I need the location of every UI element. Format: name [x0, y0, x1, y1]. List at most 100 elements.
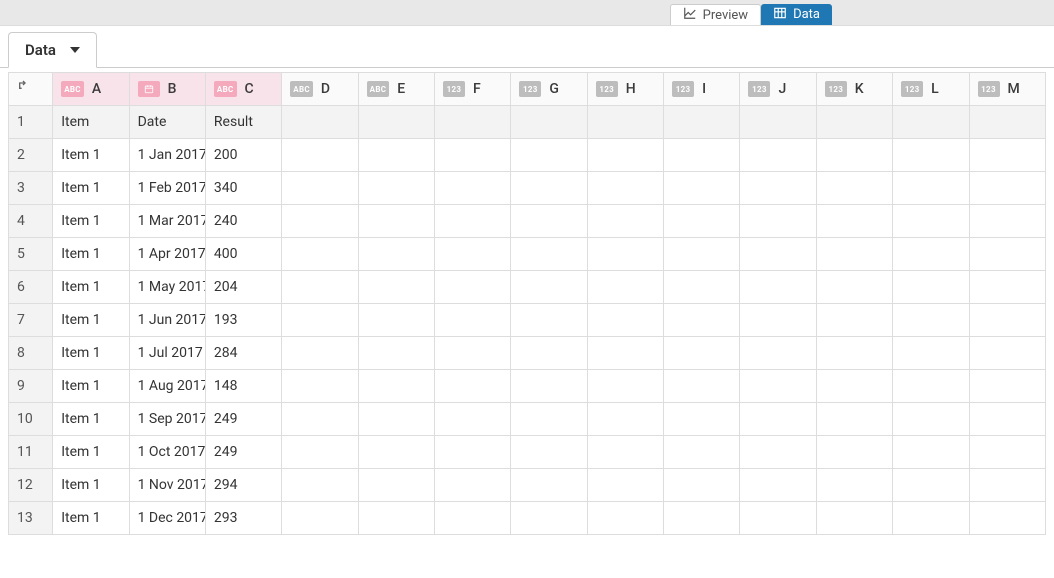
cell[interactable]: [816, 172, 892, 205]
cell[interactable]: [511, 502, 587, 535]
cell[interactable]: [664, 337, 740, 370]
cell[interactable]: [969, 337, 1045, 370]
row-header[interactable]: 11: [9, 436, 53, 469]
cell[interactable]: [740, 106, 816, 139]
cell[interactable]: [587, 370, 663, 403]
cell[interactable]: Item: [53, 106, 129, 139]
cell[interactable]: 284: [205, 337, 281, 370]
cell[interactable]: [511, 403, 587, 436]
cell[interactable]: [816, 436, 892, 469]
cell[interactable]: [435, 436, 511, 469]
cell[interactable]: [587, 502, 663, 535]
cell[interactable]: [358, 172, 434, 205]
row-header[interactable]: 7: [9, 304, 53, 337]
cell[interactable]: [664, 172, 740, 205]
cell[interactable]: [740, 205, 816, 238]
column-header-D[interactable]: ABCD: [282, 73, 358, 106]
cell[interactable]: 1 Dec 2017: [129, 502, 205, 535]
cell[interactable]: Date: [129, 106, 205, 139]
cell[interactable]: [969, 139, 1045, 172]
cell[interactable]: [816, 139, 892, 172]
cell[interactable]: [511, 304, 587, 337]
cell[interactable]: 193: [205, 304, 281, 337]
row-header[interactable]: 13: [9, 502, 53, 535]
cell[interactable]: [816, 205, 892, 238]
cell[interactable]: [587, 238, 663, 271]
row-header[interactable]: 2: [9, 139, 53, 172]
cell[interactable]: [969, 205, 1045, 238]
cell[interactable]: [282, 139, 358, 172]
cell[interactable]: [358, 337, 434, 370]
cell[interactable]: [969, 238, 1045, 271]
cell[interactable]: [587, 436, 663, 469]
cell[interactable]: [511, 139, 587, 172]
cell[interactable]: [893, 139, 969, 172]
cell[interactable]: [435, 502, 511, 535]
cell[interactable]: [511, 436, 587, 469]
cell[interactable]: [893, 238, 969, 271]
cell[interactable]: [969, 172, 1045, 205]
cell[interactable]: 1 Aug 2017: [129, 370, 205, 403]
row-header[interactable]: 6: [9, 271, 53, 304]
cell[interactable]: [969, 370, 1045, 403]
cell[interactable]: [358, 205, 434, 238]
cell[interactable]: 1 Nov 2017: [129, 469, 205, 502]
cell[interactable]: [816, 337, 892, 370]
cell[interactable]: 1 Jun 2017: [129, 304, 205, 337]
cell[interactable]: [358, 304, 434, 337]
cell[interactable]: Item 1: [53, 238, 129, 271]
cell[interactable]: [282, 502, 358, 535]
cell[interactable]: [511, 205, 587, 238]
corner-cell[interactable]: [9, 73, 53, 106]
cell[interactable]: [435, 370, 511, 403]
cell[interactable]: [893, 172, 969, 205]
column-header-C[interactable]: ABCC: [205, 73, 281, 106]
cell[interactable]: [587, 469, 663, 502]
cell[interactable]: [435, 271, 511, 304]
cell[interactable]: [740, 238, 816, 271]
cell[interactable]: [740, 337, 816, 370]
cell[interactable]: [435, 172, 511, 205]
row-header[interactable]: 3: [9, 172, 53, 205]
cell[interactable]: 1 Feb 2017: [129, 172, 205, 205]
cell[interactable]: [816, 469, 892, 502]
cell[interactable]: [282, 271, 358, 304]
cell[interactable]: Result: [205, 106, 281, 139]
column-header-L[interactable]: 123L: [893, 73, 969, 106]
column-header-I[interactable]: 123I: [664, 73, 740, 106]
cell[interactable]: 1 Apr 2017: [129, 238, 205, 271]
cell[interactable]: [740, 469, 816, 502]
cell[interactable]: [511, 172, 587, 205]
row-header[interactable]: 12: [9, 469, 53, 502]
cell[interactable]: [435, 469, 511, 502]
spreadsheet-grid[interactable]: ABCABABCCABCDABCE123F123G123H123I123J123…: [8, 72, 1046, 535]
cell[interactable]: 1 Sep 2017: [129, 403, 205, 436]
cell[interactable]: [664, 370, 740, 403]
cell[interactable]: [282, 238, 358, 271]
cell[interactable]: 1 Jul 2017: [129, 337, 205, 370]
cell[interactable]: [740, 139, 816, 172]
column-header-H[interactable]: 123H: [587, 73, 663, 106]
cell[interactable]: [511, 106, 587, 139]
cell[interactable]: [893, 304, 969, 337]
row-header[interactable]: 8: [9, 337, 53, 370]
cell[interactable]: [358, 370, 434, 403]
cell[interactable]: [893, 370, 969, 403]
cell[interactable]: 204: [205, 271, 281, 304]
cell[interactable]: Item 1: [53, 469, 129, 502]
cell[interactable]: [358, 271, 434, 304]
cell[interactable]: [740, 502, 816, 535]
cell[interactable]: [816, 271, 892, 304]
cell[interactable]: [358, 403, 434, 436]
cell[interactable]: Item 1: [53, 403, 129, 436]
cell[interactable]: [587, 403, 663, 436]
cell[interactable]: [740, 403, 816, 436]
cell[interactable]: [282, 403, 358, 436]
cell[interactable]: [511, 271, 587, 304]
row-header[interactable]: 4: [9, 205, 53, 238]
cell[interactable]: [664, 469, 740, 502]
row-header[interactable]: 1: [9, 106, 53, 139]
cell[interactable]: 340: [205, 172, 281, 205]
cell[interactable]: [893, 337, 969, 370]
cell[interactable]: [740, 304, 816, 337]
